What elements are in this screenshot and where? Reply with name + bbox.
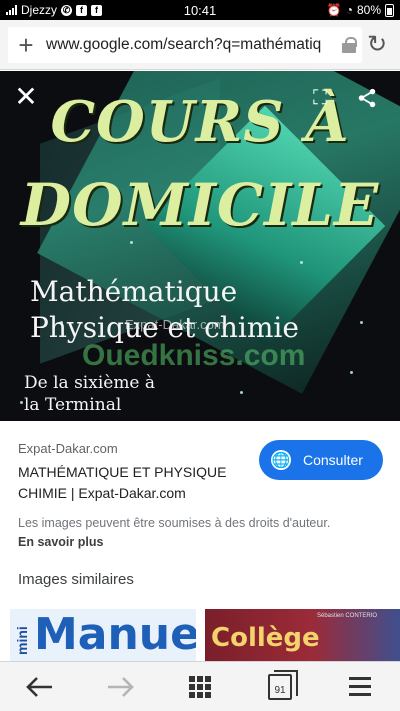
star-dot [130,241,133,244]
signal-icon [6,5,17,15]
share-icon[interactable] [350,81,384,115]
image-preview[interactable]: COURS À DOMICILE Mathématique Expat-Daka… [0,71,400,421]
image-title-line2: DOMICILE [20,171,380,239]
wifi-icon: ◔ [345,3,353,17]
result-source[interactable]: Expat-Dakar.com [18,441,118,456]
globe-icon: 🌐 [271,450,291,470]
thumbnail-text: Collège [211,623,320,653]
image-level-line1: De la sixième à [24,373,156,393]
star-dot [300,261,303,264]
image-level-line2: la Terminal [24,395,122,415]
similar-image-thumbnail[interactable]: Sébastien CONTERIO Collège [205,609,400,661]
thumbnail-text: mini [14,626,30,655]
tabs-button[interactable]: 91 [255,667,305,707]
new-tab-plus-icon[interactable]: + [14,32,38,58]
back-arrow-icon[interactable] [15,667,65,707]
similar-images-heading: Images similaires [18,571,134,588]
image-title-line1: COURS À [50,89,350,155]
url-text[interactable]: www.google.com/search?q=mathématiq [46,36,334,54]
menu-icon[interactable] [335,667,385,707]
similar-image-thumbnail[interactable]: mini Manuel [10,609,196,661]
battery-icon [385,3,394,17]
address-bar[interactable]: + www.google.com/search?q=mathématiq [8,26,362,63]
thumbnail-text: Sébastien CONTERIO [317,613,378,619]
apps-grid-icon[interactable] [175,667,225,707]
lock-icon [342,36,357,53]
tabs-icon: 91 [268,669,298,700]
consult-label: Consulter [303,452,363,468]
browser-bottom-nav: 91 [0,661,400,711]
thumbnail-text: Manuel [34,609,196,660]
learn-more-link[interactable]: En savoir plus [18,535,103,549]
close-icon[interactable]: ✕ [9,79,43,113]
battery-percent: 80% [356,3,381,17]
browser-toolbar: + www.google.com/search?q=mathématiq ↻ [0,20,400,70]
star-dot [360,321,363,324]
result-info-panel: Expat-Dakar.com MATHÉMATIQUE ET PHYSIQUE… [0,421,400,661]
image-watermark: Ouedkniss.com [82,339,306,372]
reload-icon[interactable]: ↻ [362,30,392,59]
whatsapp-icon: ✆ [61,4,73,16]
image-subject-line1: Mathématique [30,275,238,308]
forward-arrow-icon[interactable] [95,667,145,707]
facebook-icon: f [76,4,88,16]
clock: 10:41 [183,2,217,18]
image-level-text: De la sixième à la Terminal [24,372,155,416]
copyright-notice: Les images peuvent être soumises à des d… [18,516,331,530]
star-dot [20,401,23,404]
tab-count: 91 [274,684,286,696]
consult-button[interactable]: 🌐 Consulter [259,440,383,480]
star-dot [240,391,243,394]
status-bar: Djezzy ✆ f f 10:41 ⏰ ◔ 80% [0,0,400,20]
star-dot [350,371,353,374]
lens-search-icon[interactable]: ⛶ [303,81,337,115]
alarm-icon: ⏰ [326,3,342,17]
carrier-name: Djezzy [21,3,58,17]
facebook-icon: f [91,4,103,16]
result-title[interactable]: MATHÉMATIQUE ET PHYSIQUE CHIMIE | Expat-… [18,462,258,504]
